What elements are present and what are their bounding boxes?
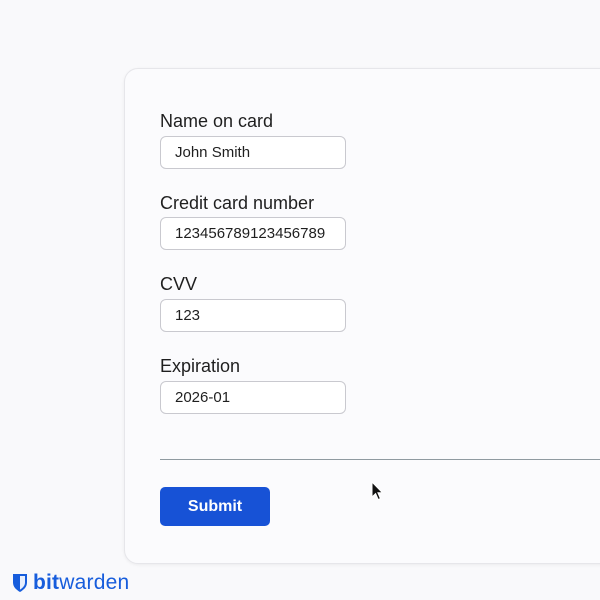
- submit-button[interactable]: Submit: [160, 487, 270, 526]
- bitwarden-logo: bitwarden: [12, 571, 129, 595]
- brand-name: bitwarden: [33, 571, 129, 595]
- credit-card-number-label: Credit card number: [160, 193, 315, 213]
- cvv-input[interactable]: [160, 299, 346, 332]
- mouse-cursor-icon: [371, 481, 383, 501]
- page: Name on card Credit card number CVV Expi…: [0, 0, 600, 600]
- shield-icon: [13, 574, 27, 592]
- brand-name-bold: bit: [33, 571, 60, 594]
- expiration-label: Expiration: [160, 356, 241, 376]
- cvv-label: CVV: [160, 274, 198, 294]
- credit-card-number-input[interactable]: [160, 217, 346, 250]
- expiration-input[interactable]: [160, 381, 346, 414]
- brand-name-light: warden: [59, 571, 130, 594]
- name-on-card-label: Name on card: [160, 111, 274, 131]
- name-on-card-input[interactable]: [160, 136, 346, 169]
- form-divider: [160, 459, 600, 460]
